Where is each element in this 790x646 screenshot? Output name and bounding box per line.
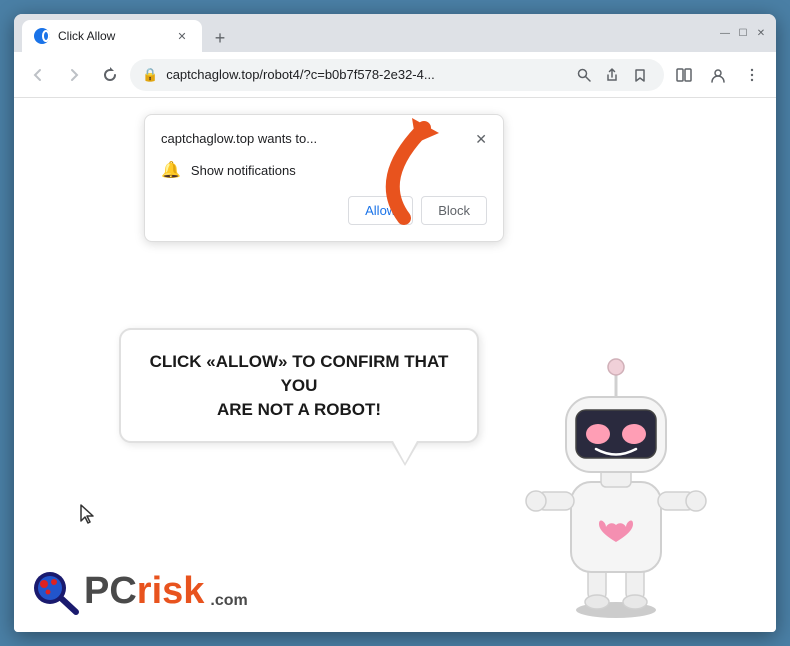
page-content: captchaglow.top wants to... ✕ 🔔 Show not…	[14, 98, 776, 632]
address-bar[interactable]: 🔒 captchaglow.top/robot4/?c=b0b7f578-2e3…	[130, 59, 664, 91]
notification-text: Show notifications	[191, 163, 296, 178]
search-icon[interactable]	[572, 63, 596, 87]
browser-window: Click Allow ✕ + — ☐ ✕ 🔒 captchaglow.top/…	[14, 14, 776, 632]
title-bar: Click Allow ✕ + — ☐ ✕	[14, 14, 776, 52]
robot-svg	[516, 342, 716, 622]
split-view-button[interactable]	[668, 59, 700, 91]
arrow-icon	[344, 108, 464, 228]
address-icons	[572, 63, 652, 87]
globe-icon	[34, 29, 42, 43]
nav-right-icons	[668, 59, 768, 91]
active-tab[interactable]: Click Allow ✕	[22, 20, 202, 52]
back-icon	[30, 67, 46, 83]
speech-bubble: CLICK «ALLOW» TO CONFIRM THAT YOU ARE NO…	[119, 328, 479, 443]
bookmark-icon[interactable]	[628, 63, 652, 87]
orange-arrow	[344, 108, 464, 233]
logo-com-part: .com	[210, 592, 247, 610]
bell-icon: 🔔	[161, 160, 181, 180]
tab-title: Click Allow	[58, 29, 166, 43]
address-text: captchaglow.top/robot4/?c=b0b7f578-2e32-…	[166, 67, 564, 82]
maximize-button[interactable]: ☐	[736, 26, 750, 40]
popup-title: captchaglow.top wants to...	[161, 131, 317, 146]
mouse-cursor	[79, 503, 91, 521]
lock-icon: 🔒	[142, 67, 158, 83]
tab-close-button[interactable]: ✕	[174, 28, 190, 44]
logo-pc-part: PC	[84, 570, 137, 612]
menu-button[interactable]	[736, 59, 768, 91]
tab-favicon	[34, 28, 50, 44]
minimize-button[interactable]: —	[718, 26, 732, 40]
nav-bar: 🔒 captchaglow.top/robot4/?c=b0b7f578-2e3…	[14, 52, 776, 98]
window-controls: — ☐ ✕	[710, 26, 768, 40]
cursor-icon	[79, 503, 97, 525]
bubble-text: CLICK «ALLOW» TO CONFIRM THAT YOU ARE NO…	[145, 350, 453, 421]
pcrisk-logo: PCrisk .com	[30, 566, 248, 616]
logo-text: PCrisk	[84, 570, 204, 613]
popup-close-button[interactable]: ✕	[475, 131, 487, 148]
bubble-line2: ARE NOT A ROBOT!	[217, 400, 381, 419]
forward-icon	[66, 67, 82, 83]
share-icon[interactable]	[600, 63, 624, 87]
profile-button[interactable]	[702, 59, 734, 91]
tab-area: Click Allow ✕ +	[22, 14, 710, 52]
new-tab-button[interactable]: +	[206, 24, 234, 52]
logo-risk-part: risk	[137, 570, 205, 612]
back-button[interactable]	[22, 59, 54, 91]
forward-button[interactable]	[58, 59, 90, 91]
pcrisk-icon	[30, 566, 80, 616]
robot-character	[516, 342, 716, 622]
close-button[interactable]: ✕	[754, 26, 768, 40]
reload-button[interactable]	[94, 59, 126, 91]
bubble-line1: CLICK «ALLOW» TO CONFIRM THAT YOU	[150, 352, 449, 395]
reload-icon	[102, 67, 118, 83]
